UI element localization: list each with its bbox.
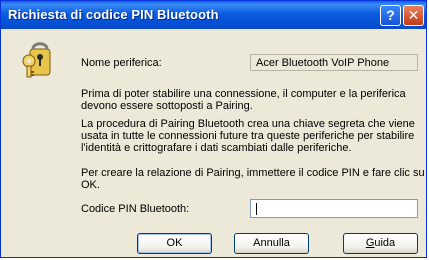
pairing-text-line-3: l'identità e crittografare i dati scambi… bbox=[81, 142, 352, 154]
window-title: Richiesta di codice PIN Bluetooth bbox=[8, 7, 219, 22]
pairing-text-line-2: usata in tutte le connessioni future tra… bbox=[81, 130, 415, 142]
close-button[interactable]: ✕ bbox=[403, 5, 424, 26]
help-label-rest: uida bbox=[374, 237, 396, 249]
instruction-text-line-1: Per creare la relazione di Pairing, imme… bbox=[81, 167, 425, 179]
ok-button[interactable]: OK bbox=[137, 233, 212, 254]
pin-request-dialog: Richiesta di codice PIN Bluetooth ? ✕ No… bbox=[0, 0, 427, 258]
cancel-button[interactable]: Annulla bbox=[234, 233, 309, 254]
close-icon: ✕ bbox=[407, 7, 420, 23]
text-caret bbox=[256, 203, 257, 215]
keys-icon bbox=[22, 42, 51, 78]
pin-input[interactable] bbox=[250, 199, 418, 218]
title-bar[interactable]: Richiesta di codice PIN Bluetooth ? ✕ bbox=[1, 1, 426, 29]
instruction-text-line-2: OK. bbox=[81, 179, 100, 191]
question-mark-icon: ? bbox=[386, 7, 395, 23]
intro-text-line-2: devono essere sottoposti a Pairing. bbox=[81, 100, 253, 112]
pairing-text-line-1: La procedura di Pairing Bluetooth crea u… bbox=[81, 118, 415, 130]
device-name-label: Nome periferica: bbox=[81, 57, 162, 69]
help-title-button[interactable]: ? bbox=[380, 5, 401, 26]
pin-label: Codice PIN Bluetooth: bbox=[81, 203, 190, 215]
device-name-field: Acer Bluetooth VoIP Phone bbox=[250, 54, 418, 71]
intro-text-line-1: Prima di poter stabilire una connessione… bbox=[81, 88, 406, 100]
help-button[interactable]: Guida bbox=[343, 233, 418, 254]
